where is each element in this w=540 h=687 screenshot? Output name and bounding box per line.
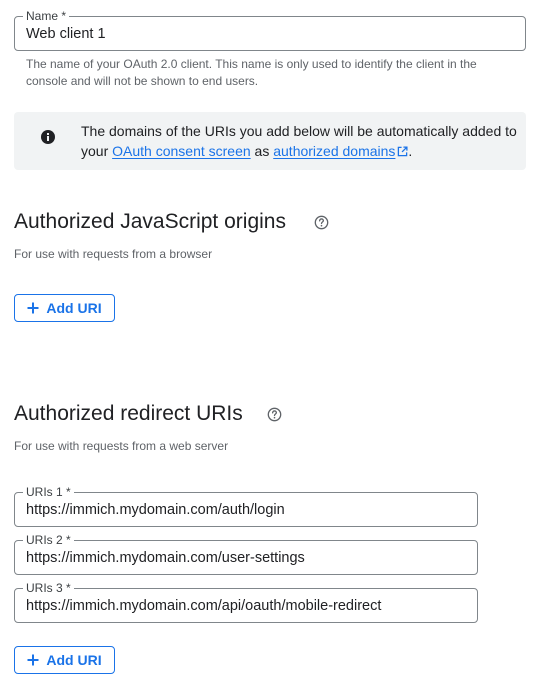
plus-icon (27, 302, 39, 314)
add-redirect-uri-button[interactable]: Add URI (14, 646, 115, 674)
authorized-domains-link-label: authorized domains (273, 143, 396, 159)
redirect-uri-field-3[interactable]: URIs 3 * (14, 581, 478, 623)
banner-text-after: . (408, 143, 413, 159)
add-js-origin-button[interactable]: Add URI (14, 294, 115, 322)
redirect-uris-title: Authorized redirect URIs (14, 402, 243, 425)
redirect-uri-field-2[interactable]: URIs 2 * (14, 533, 478, 575)
oauth-consent-screen-link[interactable]: OAuth consent screen (112, 143, 251, 159)
redirect-uri-input-1[interactable] (26, 493, 469, 526)
add-js-origin-button-label: Add URI (46, 300, 102, 316)
plus-icon (27, 654, 39, 666)
redirect-uri-input-2[interactable] (26, 541, 469, 574)
banner-text: The domains of the URIs you add below wi… (81, 121, 521, 161)
redirect-uris-helper: For use with requests from a web server (14, 439, 229, 453)
oauth-client-form: Name * The name of your OAuth 2.0 client… (0, 0, 540, 687)
external-link-icon (398, 146, 408, 157)
help-circle-icon[interactable] (267, 407, 282, 422)
name-field[interactable]: Name * (14, 9, 526, 51)
info-icon (41, 130, 55, 144)
banner-text-middle: as (250, 143, 274, 159)
info-banner: The domains of the URIs you add below wi… (14, 112, 526, 170)
js-origins-title: Authorized JavaScript origins (14, 210, 286, 233)
help-circle-icon[interactable] (314, 215, 329, 230)
js-origins-helper: For use with requests from a browser (14, 247, 213, 261)
name-helper-text: The name of your OAuth 2.0 client. This … (26, 57, 477, 88)
name-input[interactable] (26, 17, 517, 50)
authorized-domains-link[interactable]: authorized domains (273, 143, 408, 159)
add-redirect-uri-button-label: Add URI (46, 652, 102, 668)
redirect-uri-input-3[interactable] (26, 589, 469, 622)
redirect-uri-field-1[interactable]: URIs 1 * (14, 485, 478, 527)
